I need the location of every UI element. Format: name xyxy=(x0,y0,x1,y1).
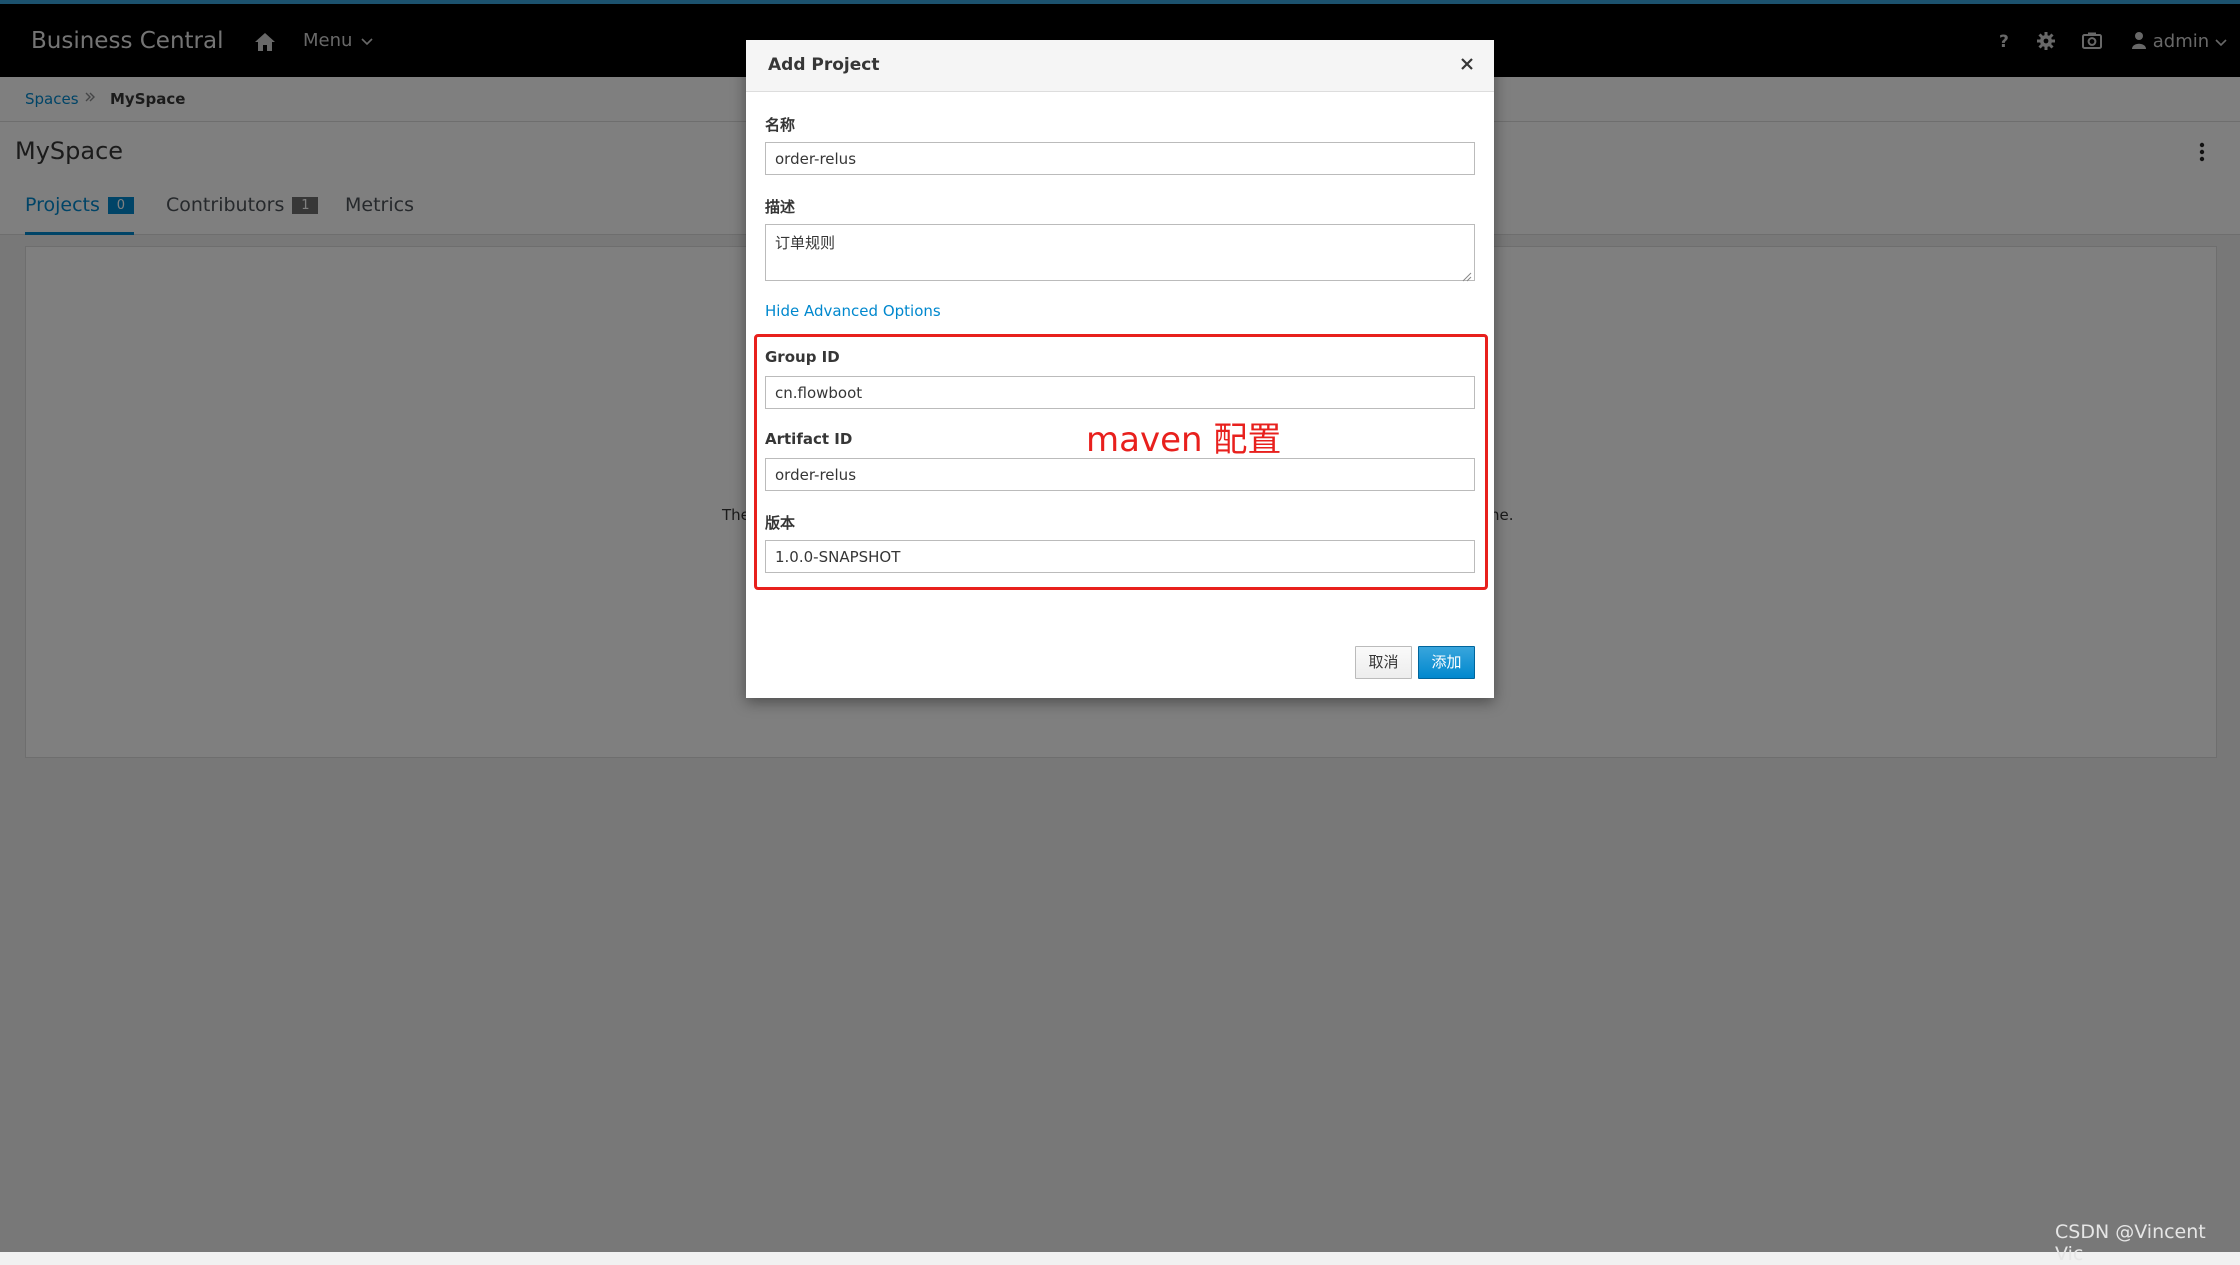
hide-advanced-options-link[interactable]: Hide Advanced Options xyxy=(765,302,941,320)
watermark: CSDN @Vincent Vic xyxy=(2055,1221,2206,1265)
dialog-header: Add Project xyxy=(746,40,1494,92)
add-button[interactable]: 添加 xyxy=(1418,646,1475,679)
description-textarea[interactable]: 订单规则 xyxy=(765,224,1475,282)
close-icon[interactable] xyxy=(1457,54,1477,74)
description-label: 描述 xyxy=(765,198,796,216)
annotation-highlight-box xyxy=(754,334,1488,590)
resize-handle-icon[interactable] xyxy=(1462,268,1472,282)
dialog-title: Add Project xyxy=(768,55,880,75)
description-text: 订单规则 xyxy=(775,234,836,252)
name-input[interactable]: order-relus xyxy=(765,142,1475,175)
name-label: 名称 xyxy=(765,116,796,134)
annotation-label: maven 配置 xyxy=(1086,420,1282,460)
cancel-button[interactable]: 取消 xyxy=(1355,646,1412,679)
